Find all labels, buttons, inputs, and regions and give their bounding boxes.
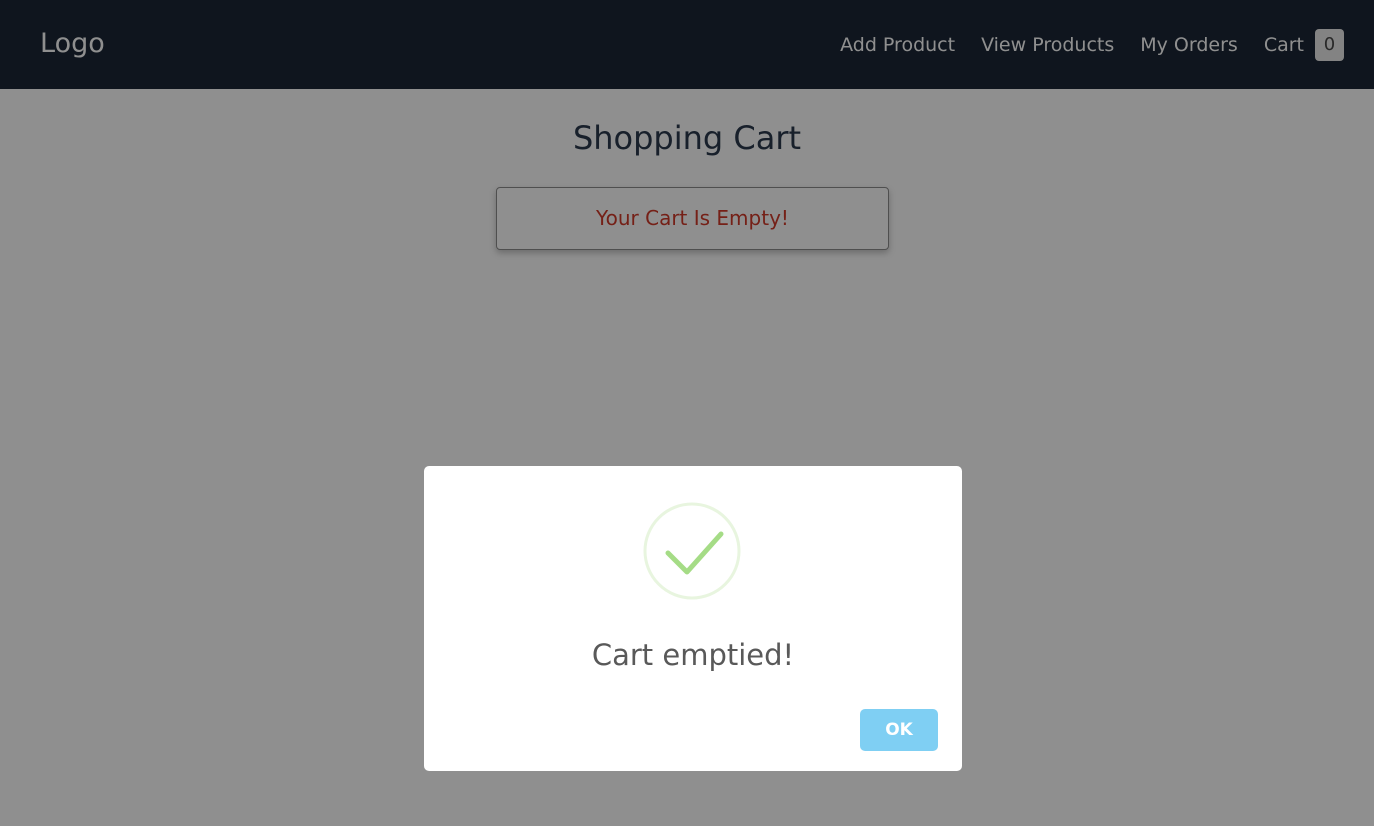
success-dialog: Cart emptied! OK [424, 466, 962, 771]
checkmark-icon [643, 502, 741, 600]
ok-button[interactable]: OK [860, 709, 938, 751]
dialog-title: Cart emptied! [591, 638, 795, 672]
